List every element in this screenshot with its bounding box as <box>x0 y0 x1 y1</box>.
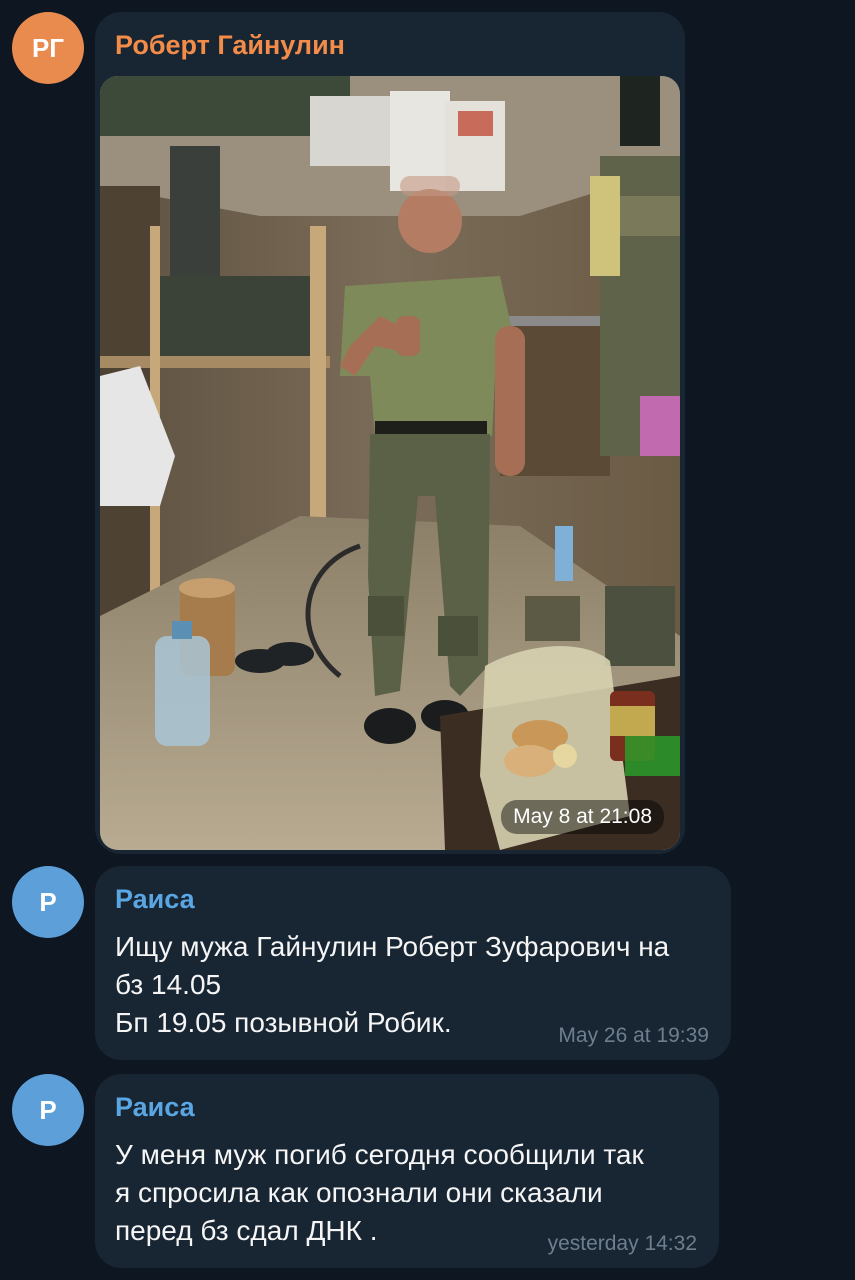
message-bubble-text[interactable]: Раиса Ищу мужа Гайнулин Роберт Зуфарович… <box>95 866 731 1060</box>
avatar-initials: Р <box>39 1094 57 1125</box>
message-bubble-photo[interactable]: Роберт Гайнулин May 8 at 21:08 <box>95 12 685 854</box>
message-time: May 8 at 21:08 <box>501 800 664 834</box>
photo-image <box>100 76 680 850</box>
avatar[interactable]: Р <box>12 1074 84 1146</box>
sender-name[interactable]: Роберт Гайнулин <box>115 30 345 61</box>
message-bubble-text[interactable]: Раиса У меня муж погиб сегодня сообщили … <box>95 1074 719 1268</box>
avatar[interactable]: РГ <box>12 12 84 84</box>
sender-name[interactable]: Раиса <box>115 884 195 915</box>
sender-name[interactable]: Раиса <box>115 1092 195 1123</box>
chat-view: РГ Роберт Гайнулин May 8 at 21:08 Р Раис… <box>0 0 855 1280</box>
message-time: May 26 at 19:39 <box>558 1024 709 1047</box>
avatar-initials: РГ <box>31 32 65 63</box>
message-photo[interactable]: May 8 at 21:08 <box>100 76 680 850</box>
avatar[interactable]: Р <box>12 866 84 938</box>
avatar-initials: Р <box>39 886 57 917</box>
message-time: yesterday 14:32 <box>547 1232 697 1255</box>
